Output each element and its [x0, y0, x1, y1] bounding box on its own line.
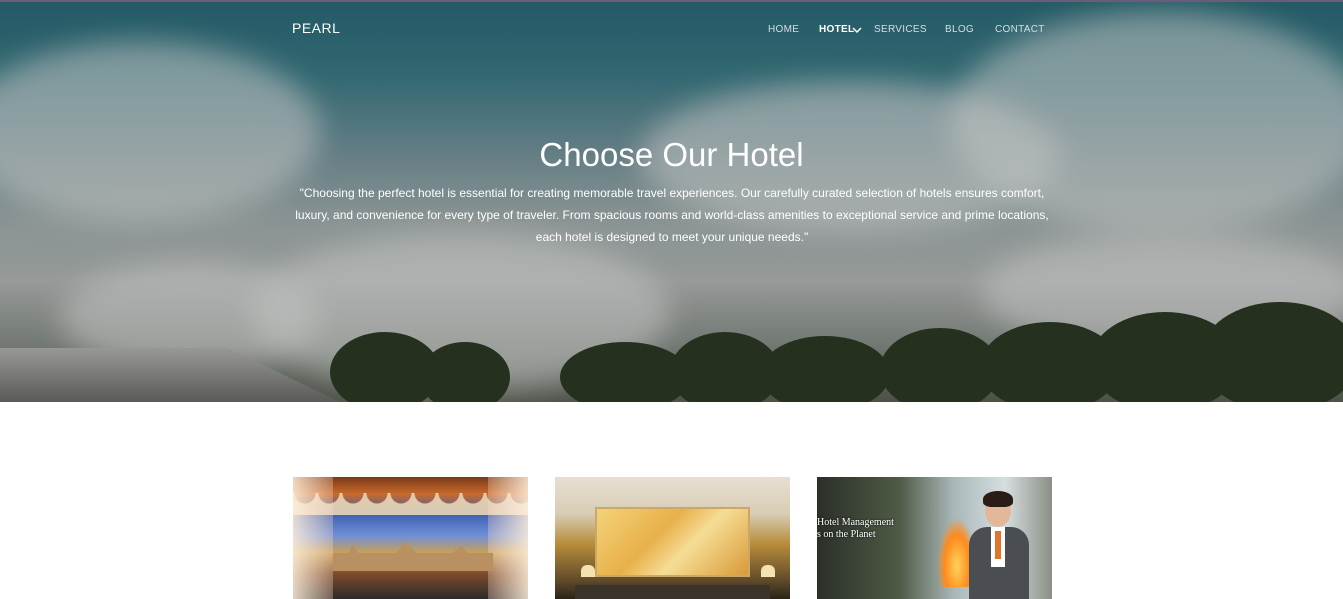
hotel-card-lobby[interactable] [555, 477, 790, 599]
wall-sign-line2: s on the Planet [817, 529, 876, 540]
curtain-left [293, 477, 333, 599]
nav-blog[interactable]: BLOG [945, 24, 974, 35]
palace-silhouette [333, 541, 493, 571]
nav-services[interactable]: SERVICES [874, 24, 927, 35]
hero-description: "Choosing the perfect hotel is essential… [295, 186, 1049, 244]
wall-sign-line1: Hotel Management [817, 517, 894, 528]
curtain-right [488, 477, 528, 599]
chevron-down-icon[interactable] [852, 26, 862, 34]
nav-hotel[interactable]: HOTEL [819, 24, 854, 35]
main-nav: HOME HOTEL SERVICES BLOG CONTACT [0, 24, 1343, 40]
lamp-right [761, 565, 775, 577]
backlit-wall-panel [595, 507, 750, 577]
staff-person [967, 491, 1037, 599]
page-title: Choose Our Hotel [539, 136, 804, 173]
reception-desk [575, 585, 770, 599]
wall-sign: Hotel Management s on the Planet [817, 517, 894, 541]
hotel-card-staff[interactable]: Hotel Management s on the Planet [817, 477, 1052, 599]
nav-home[interactable]: HOME [768, 24, 799, 35]
hotel-card-palace[interactable] [293, 477, 528, 599]
hero-section: PEARL HOME HOTEL SERVICES BLOG CONTACT C… [0, 2, 1343, 402]
hotel-card-grid: Hotel Management s on the Planet [0, 477, 1343, 599]
lamp-left [581, 565, 595, 577]
nav-contact[interactable]: CONTACT [995, 24, 1045, 35]
